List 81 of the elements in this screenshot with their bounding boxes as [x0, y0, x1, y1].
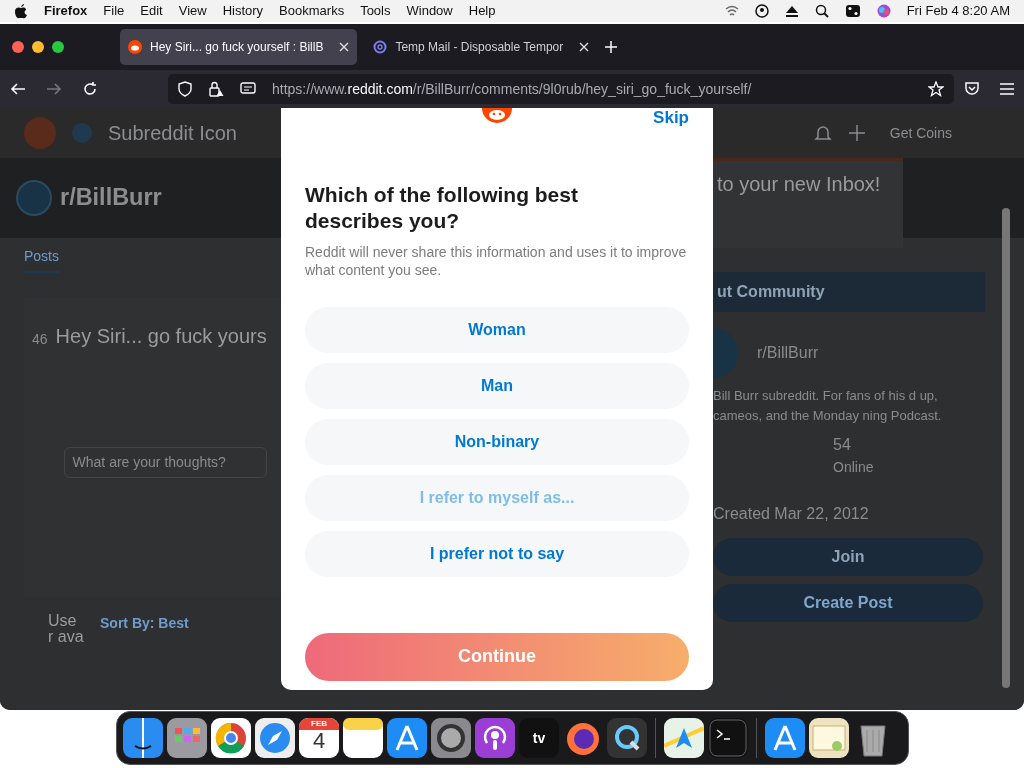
plus-icon: [847, 124, 866, 142]
url-text: https://www.reddit.com/r/BillBurr/comments/9l0rub/hey_siri_go_fuck_yourself/: [272, 79, 752, 99]
podcast-icon[interactable]: [475, 718, 515, 758]
option-button[interactable]: Man: [305, 362, 689, 409]
orb-icon[interactable]: [876, 4, 891, 18]
subreddit-avatar-icon: [16, 180, 52, 216]
community-description: Bill Burr subreddit. For fans of his d up, cameos, and the Monday ning Podcast.: [713, 387, 943, 425]
menu-item[interactable]: Tools: [360, 1, 391, 21]
close-window-button[interactable]: [12, 41, 24, 53]
map-icon[interactable]: [664, 718, 704, 758]
letter-a-icon[interactable]: [765, 718, 805, 758]
coins-link[interactable]: Get Coins: [889, 122, 952, 144]
color-wheel-icon[interactable]: [211, 718, 251, 758]
avatar-icon: [72, 123, 92, 143]
menu-item[interactable]: Bookmarks: [279, 1, 345, 21]
star-icon[interactable]: [928, 81, 944, 97]
sort-dropdown[interactable]: Sort By: Best: [100, 613, 189, 645]
plus-icon[interactable]: [605, 41, 618, 53]
pocket-icon[interactable]: [964, 81, 980, 97]
smiling-face-icon[interactable]: [123, 718, 163, 758]
menu-item[interactable]: Window: [406, 1, 453, 21]
create-post-button[interactable]: Create Post: [713, 584, 983, 622]
notepad-icon[interactable]: [343, 718, 383, 758]
self-description-field[interactable]: I refer to myself as...: [305, 474, 689, 521]
letter-a-icon[interactable]: [387, 718, 427, 758]
bell-icon: [813, 124, 832, 142]
user-icon[interactable]: [754, 4, 769, 18]
inbox-title: to your new Inbox!: [717, 173, 881, 195]
option-button[interactable]: I prefer not to say: [305, 530, 689, 577]
browser-tab[interactable]: Temp Mail - Disposable Tempor: [365, 29, 598, 65]
community-heading: ut Community: [713, 272, 985, 312]
join-button[interactable]: Join: [713, 538, 983, 576]
menu-icon[interactable]: [1000, 83, 1014, 95]
alien-face-icon: [128, 40, 142, 54]
created-date: Created Mar 22, 2012: [713, 504, 870, 524]
close-icon[interactable]: [579, 42, 590, 52]
option-button[interactable]: Woman: [305, 306, 689, 353]
subreddit-title: r/BillBurr: [60, 183, 162, 213]
online-label: Online: [833, 458, 875, 477]
zoom-window-button[interactable]: [52, 41, 64, 53]
dialog-question: Which of the following best describes you?: [305, 182, 579, 235]
eject-icon[interactable]: [784, 4, 799, 18]
back-arrow-icon[interactable]: [10, 81, 26, 97]
vote-count: 46: [32, 330, 48, 349]
reader-view-icon[interactable]: [240, 82, 256, 96]
comment-field[interactable]: What are your thoughts?: [63, 447, 267, 478]
post-title: Hey Siri... go fuck yours: [55, 324, 267, 349]
header-label: Subreddit Icon: [108, 121, 237, 146]
toggles-icon[interactable]: [844, 4, 861, 18]
certificate-icon[interactable]: [809, 718, 849, 758]
browser-tab[interactable]: Hey Siri... go fuck yourself : BillB: [120, 29, 358, 65]
menu-item[interactable]: History: [222, 1, 264, 21]
close-icon[interactable]: [339, 42, 350, 52]
tv-app-icon[interactable]: tv: [519, 718, 559, 758]
app-grid-icon[interactable]: [167, 718, 207, 758]
shield-icon[interactable]: [178, 81, 192, 97]
calendar-icon[interactable]: FEB 4: [299, 718, 339, 758]
menu-item[interactable]: Edit: [140, 1, 163, 21]
avatar-label: Use r ava: [48, 613, 84, 645]
wifi-icon[interactable]: [724, 4, 739, 18]
reload-icon[interactable]: [82, 81, 98, 97]
menu-item[interactable]: View: [178, 1, 207, 21]
app-menu[interactable]: Firefox: [44, 1, 88, 21]
option-button[interactable]: Non-binary: [305, 418, 689, 465]
lock-warning-icon[interactable]: [208, 81, 224, 97]
forward-arrow-icon[interactable]: [46, 81, 62, 97]
menu-item[interactable]: Help: [468, 1, 496, 21]
online-count: 54: [833, 435, 852, 455]
clock: Fri Feb 4 8:20 AM: [906, 2, 1010, 21]
compass-icon[interactable]: [255, 718, 295, 758]
posts-tab[interactable]: Posts: [24, 246, 59, 273]
skip-link[interactable]: Skip: [653, 108, 689, 131]
community-name: r/BillBurr: [757, 343, 819, 363]
letter-q-icon[interactable]: [607, 718, 647, 758]
menu-item[interactable]: File: [103, 1, 125, 21]
minimize-window-button[interactable]: [32, 41, 44, 53]
address-bar[interactable]: https://www.reddit.com/r/BillBurr/comments/9l0rub/hey_siri_go_fuck_yourself/: [168, 74, 954, 104]
search-icon[interactable]: [814, 4, 829, 18]
apple-icon[interactable]: [14, 3, 28, 19]
scrollbar[interactable]: [1002, 208, 1010, 688]
dialog-note: Reddit will never share this information and uses it to improve what content you see.: [305, 242, 688, 279]
